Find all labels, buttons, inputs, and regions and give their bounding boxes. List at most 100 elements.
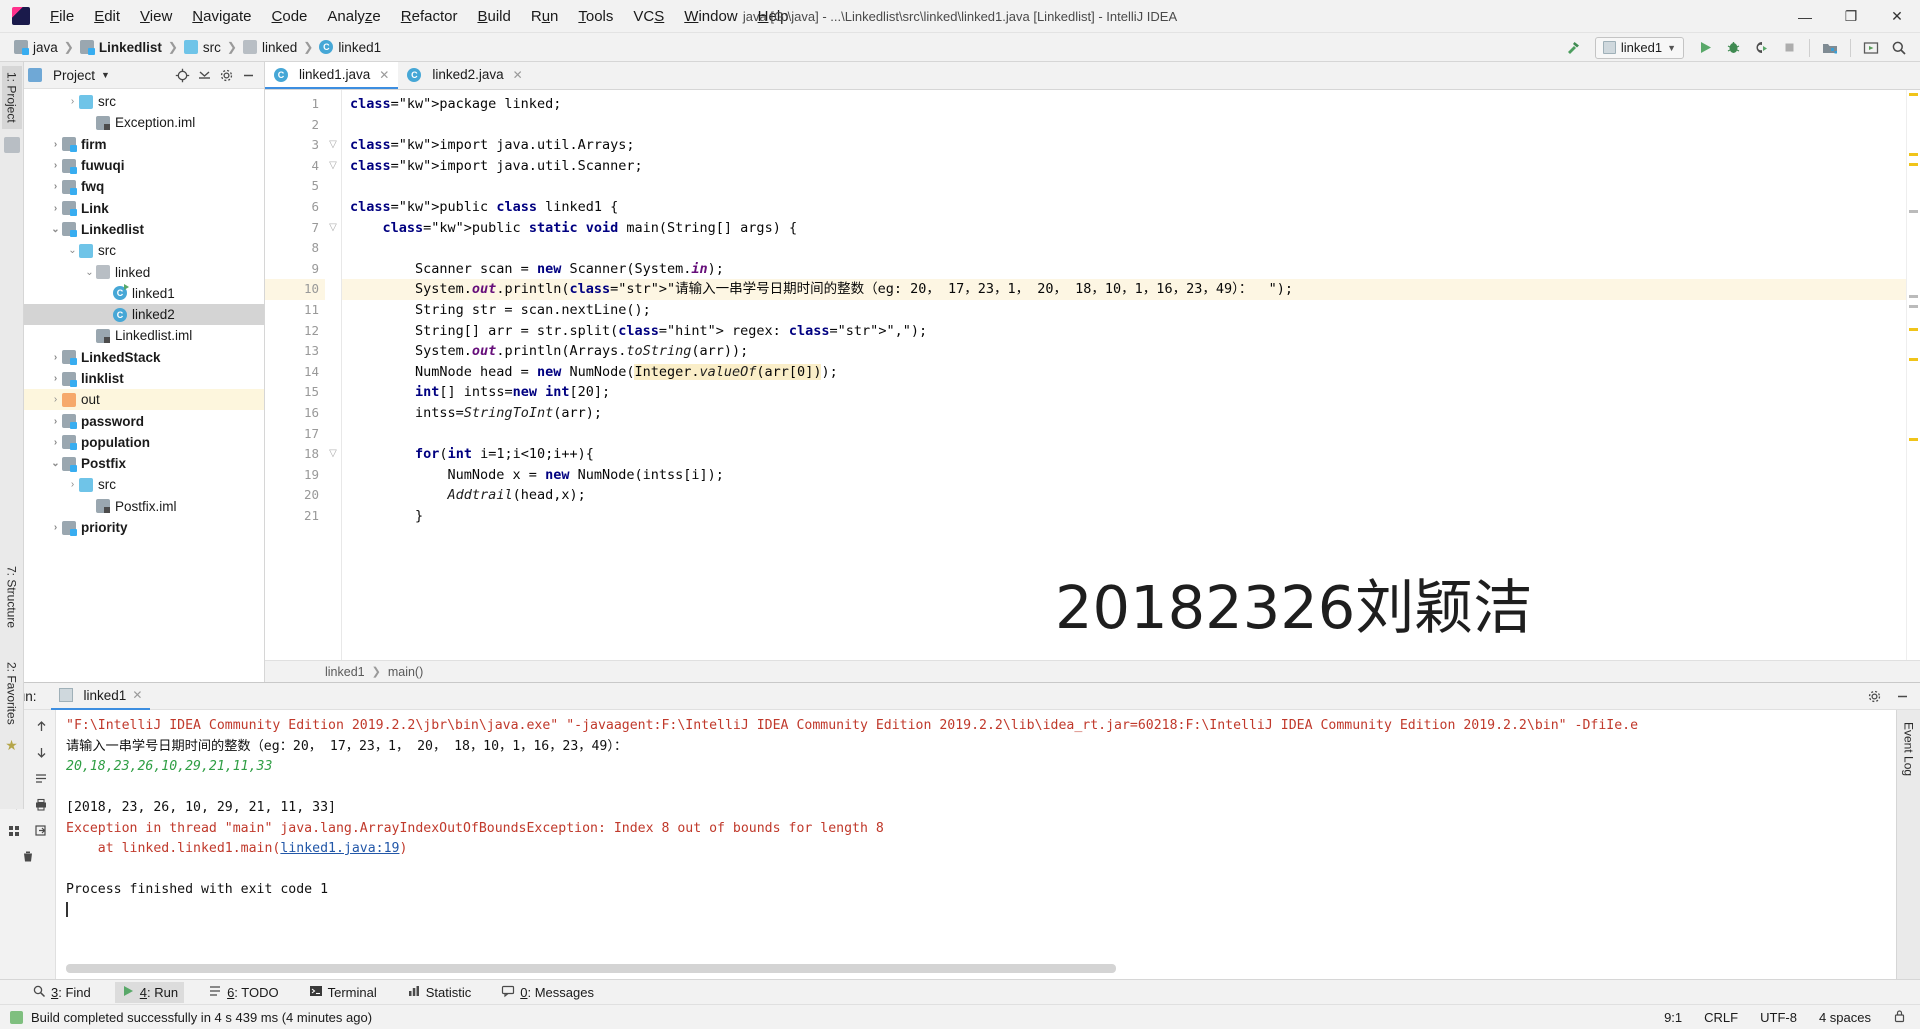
- build-icon[interactable]: [1561, 36, 1587, 60]
- gear-icon[interactable]: [218, 67, 234, 83]
- menu-refactor[interactable]: Refactor: [391, 4, 468, 29]
- code-line[interactable]: class="kw">import java.util.Arrays;: [342, 135, 1906, 156]
- breadcrumb-item-src[interactable]: src: [183, 40, 221, 55]
- hide-icon[interactable]: [1894, 688, 1910, 704]
- line-number[interactable]: 12: [265, 321, 325, 342]
- stripe-warning[interactable]: [1909, 163, 1918, 166]
- menu-analyze[interactable]: Analyze: [317, 4, 390, 29]
- menu-build[interactable]: Build: [467, 4, 520, 29]
- code-folding-gutter[interactable]: ▽ ▽ ▽ ▽: [325, 90, 341, 660]
- tree-expander-icon[interactable]: ›: [49, 373, 62, 384]
- fold-toggle-icon[interactable]: ▽: [325, 218, 341, 239]
- code-line[interactable]: NumNode x = new NumNode(intss[i]);: [342, 465, 1906, 486]
- code-line[interactable]: System.out.println(class="str">"请输入一串学号日…: [342, 279, 1906, 300]
- sidebar-tab-structure[interactable]: 7: Structure: [5, 566, 19, 628]
- export-icon[interactable]: [30, 818, 52, 842]
- close-icon[interactable]: ✕: [513, 68, 523, 82]
- line-number[interactable]: 18: [265, 444, 325, 465]
- window-controls[interactable]: — ❐ ✕: [1782, 0, 1920, 33]
- code-line[interactable]: [342, 115, 1906, 136]
- close-button[interactable]: ✕: [1874, 0, 1920, 33]
- line-number[interactable]: 19: [265, 465, 325, 486]
- menu-code[interactable]: Code: [262, 4, 318, 29]
- fold-toggle-icon[interactable]: ▽: [325, 135, 341, 156]
- gear-icon[interactable]: [1866, 688, 1882, 704]
- tab-linked2-java[interactable]: C linked2.java ✕: [398, 62, 531, 89]
- line-number[interactable]: 2: [265, 115, 325, 136]
- line-number[interactable]: 1: [265, 94, 325, 115]
- indent-setting[interactable]: 4 spaces: [1819, 1010, 1871, 1025]
- stripe-warning[interactable]: [1909, 153, 1918, 156]
- search-everywhere-icon[interactable]: [1886, 36, 1912, 60]
- line-number[interactable]: 21: [265, 506, 325, 527]
- tree-item-src[interactable]: › src: [24, 474, 264, 495]
- minimize-button[interactable]: —: [1782, 0, 1828, 33]
- line-number[interactable]: 4: [265, 156, 325, 177]
- code-line[interactable]: class="kw">public static void main(Strin…: [342, 218, 1906, 239]
- menu-tools[interactable]: Tools: [568, 4, 623, 29]
- run-window-actions[interactable]: [1866, 688, 1920, 704]
- bottom-tab-3-find[interactable]: 3: Find: [26, 982, 97, 1003]
- code-line[interactable]: intss=StringToInt(arr);: [342, 403, 1906, 424]
- breadcrumb-method[interactable]: main(): [388, 665, 423, 679]
- code-line[interactable]: [342, 176, 1906, 197]
- line-separator[interactable]: CRLF: [1704, 1010, 1738, 1025]
- menu-help[interactable]: Help: [748, 4, 799, 29]
- bottom-tab-0-messages[interactable]: 0: Messages: [495, 982, 600, 1003]
- editor-body[interactable]: 1 2 3 4 5 6 7 8 9 10 11 12 13 14 15 16 17 18 19 20 21 ▽ ▽ ▽ ▽ c…: [265, 90, 1920, 660]
- breadcrumb-item-linked[interactable]: linked: [242, 40, 297, 55]
- menu-file[interactable]: File: [40, 4, 84, 29]
- grid-icon[interactable]: [3, 818, 25, 842]
- maximize-button[interactable]: ❐: [1828, 0, 1874, 33]
- line-number[interactable]: 7: [265, 218, 339, 239]
- tree-item-firm[interactable]: › firm: [24, 134, 264, 155]
- stop-icon[interactable]: [1776, 36, 1802, 60]
- menu-bar[interactable]: File Edit View Navigate Code Analyze Ref…: [40, 4, 799, 29]
- tree-item-src[interactable]: › src: [24, 91, 264, 112]
- bottom-tab-4-run[interactable]: 4: Run: [114, 981, 185, 1003]
- tree-item-src[interactable]: ⌄ src: [24, 240, 264, 261]
- line-number[interactable]: 11: [265, 300, 325, 321]
- line-number[interactable]: 16: [265, 403, 325, 424]
- menu-edit[interactable]: Edit: [84, 4, 130, 29]
- stripe-warning[interactable]: [1909, 358, 1918, 361]
- star-icon[interactable]: ★: [5, 737, 18, 754]
- console-horizontal-scrollbar[interactable]: [66, 964, 1116, 973]
- run-icon[interactable]: [1692, 36, 1718, 60]
- tree-item-linklist[interactable]: › linklist: [24, 368, 264, 389]
- tree-item-linked1[interactable]: Clinked1: [24, 283, 264, 304]
- breadcrumb-item-linkedlist[interactable]: Linkedlist: [79, 40, 162, 55]
- stripe-info[interactable]: [1909, 210, 1918, 213]
- tree-item-postfix-iml[interactable]: Postfix.iml: [24, 496, 264, 517]
- locate-icon[interactable]: [174, 67, 190, 83]
- file-encoding[interactable]: UTF-8: [1760, 1010, 1797, 1025]
- tree-expander-icon[interactable]: ›: [66, 96, 79, 107]
- console-output[interactable]: "F:\IntelliJ IDEA Community Edition 2019…: [56, 710, 1896, 979]
- menu-vcs[interactable]: VCS: [623, 4, 674, 29]
- bottom-tab-terminal[interactable]: Terminal: [303, 982, 383, 1003]
- line-number[interactable]: 20: [265, 485, 325, 506]
- tree-expander-icon[interactable]: ⌄: [83, 267, 96, 278]
- project-pane-actions[interactable]: [174, 67, 260, 83]
- editor-tabs[interactable]: C linked1.java ✕ C linked2.java ✕: [265, 62, 1920, 90]
- code-line[interactable]: [342, 424, 1906, 445]
- code-line[interactable]: System.out.println(Arrays.toString(arr))…: [342, 341, 1906, 362]
- run-tab-linked1[interactable]: linked1 ✕: [50, 683, 151, 710]
- debug-icon[interactable]: [1720, 36, 1746, 60]
- lock-icon[interactable]: [1893, 1009, 1906, 1026]
- main-toolbar[interactable]: linked1 ▼: [1561, 33, 1912, 62]
- stacktrace-link[interactable]: linked1.java:19: [280, 841, 399, 856]
- menu-navigate[interactable]: Navigate: [182, 4, 261, 29]
- tree-expander-icon[interactable]: ›: [49, 437, 62, 448]
- tree-expander-icon[interactable]: ›: [66, 479, 79, 490]
- menu-run[interactable]: Run: [521, 4, 569, 29]
- stripe-warning[interactable]: [1909, 93, 1918, 96]
- code-editor-text[interactable]: class="kw">package linked; class="kw">imp…: [341, 90, 1906, 660]
- tree-item-linkedlist-iml[interactable]: Linkedlist.iml: [24, 325, 264, 346]
- breadcrumb-class[interactable]: linked1: [325, 665, 365, 679]
- line-number[interactable]: 5: [265, 176, 325, 197]
- tree-expander-icon[interactable]: ›: [49, 139, 62, 150]
- tree-expander-icon[interactable]: ›: [49, 181, 62, 192]
- tree-expander-icon[interactable]: ›: [49, 522, 62, 533]
- code-line[interactable]: class="kw">public class linked1 {: [342, 197, 1906, 218]
